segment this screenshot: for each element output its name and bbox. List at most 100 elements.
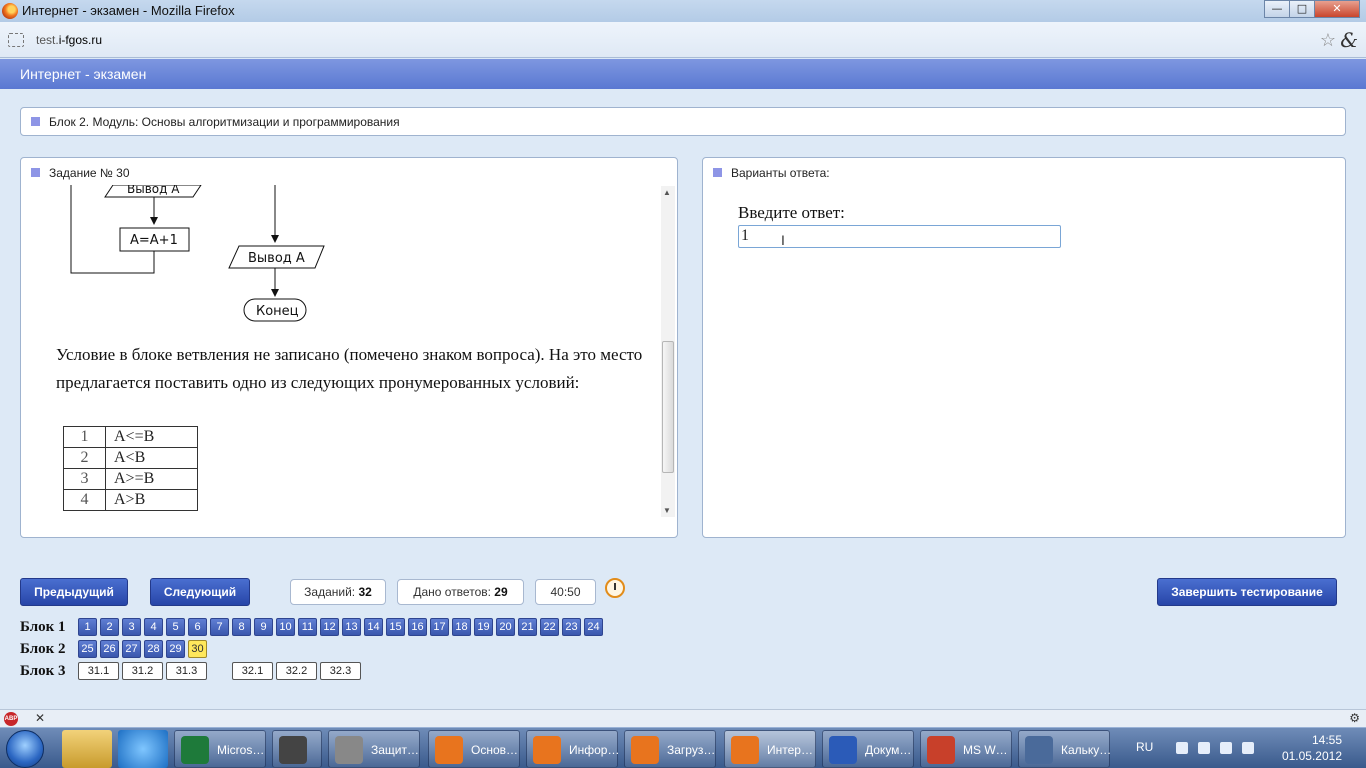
scroll-down-icon[interactable]: ▼ bbox=[663, 506, 671, 515]
question-button[interactable]: 32.1 bbox=[232, 662, 273, 680]
question-button[interactable]: 13 bbox=[342, 618, 361, 636]
addon-close-icon[interactable]: ✕ bbox=[35, 711, 45, 725]
prev-button[interactable]: Предыдущий bbox=[20, 578, 128, 606]
output-block-top-label: Вывод A bbox=[127, 185, 180, 196]
finish-test-button[interactable]: Завершить тестирование bbox=[1157, 578, 1337, 606]
question-button[interactable]: 14 bbox=[364, 618, 383, 636]
question-button[interactable]: 16 bbox=[408, 618, 427, 636]
answer-panel-title: Варианты ответа: bbox=[731, 166, 830, 180]
internet-explorer-taskbar-icon[interactable] bbox=[118, 730, 168, 768]
question-button[interactable]: 25 bbox=[78, 640, 97, 658]
tasks-label: Заданий: bbox=[304, 585, 356, 599]
adblock-icon[interactable]: ABP bbox=[4, 712, 18, 726]
taskbar-item-label: Micros… bbox=[217, 743, 265, 757]
question-button[interactable]: 4 bbox=[144, 618, 163, 636]
clock-date[interactable]: 01.05.2012 bbox=[1282, 749, 1342, 763]
taskbar-item[interactable]: Основ… bbox=[428, 730, 520, 768]
site-identity-icon[interactable] bbox=[8, 33, 24, 47]
taskbar-item[interactable]: Инфор… bbox=[526, 730, 619, 768]
question-button[interactable]: 29 bbox=[166, 640, 185, 658]
close-button[interactable]: ✕ bbox=[1314, 0, 1360, 18]
addon-amp-icon[interactable]: & bbox=[1340, 28, 1358, 52]
table-row: 1 A<=B bbox=[63, 426, 198, 448]
answer-input[interactable]: 1 bbox=[738, 225, 1061, 248]
task-scrollbar[interactable]: ▲ ▼ bbox=[661, 186, 675, 517]
tray-device-icon[interactable] bbox=[1220, 742, 1232, 754]
question-button[interactable]: 15 bbox=[386, 618, 405, 636]
question-button[interactable]: 24 bbox=[584, 618, 603, 636]
tray-flag-icon[interactable] bbox=[1176, 742, 1188, 754]
question-button[interactable]: 22 bbox=[540, 618, 559, 636]
url-field[interactable]: test.i-fgos.ru bbox=[36, 33, 102, 47]
block-2-label: Блок 2 bbox=[20, 641, 66, 657]
condition-value: A<B bbox=[105, 447, 198, 469]
taskbar-item[interactable] bbox=[272, 730, 322, 768]
question-button[interactable]: 11 bbox=[298, 618, 317, 636]
bookmark-star-icon[interactable]: ☆ bbox=[1320, 30, 1336, 51]
question-button[interactable]: 23 bbox=[562, 618, 581, 636]
taskbar-item[interactable]: Кальку… bbox=[1018, 730, 1111, 768]
taskbar-item[interactable]: Загруз… bbox=[624, 730, 716, 768]
condition-number: 4 bbox=[63, 489, 106, 511]
question-button[interactable]: 7 bbox=[210, 618, 229, 636]
question-button[interactable]: 31.2 bbox=[122, 662, 163, 680]
language-indicator[interactable]: RU bbox=[1136, 740, 1153, 754]
windows-taskbar: Micros… Защит… Основ… Инфор… Загруз… Интер… До… bbox=[0, 727, 1366, 768]
question-button[interactable]: 27 bbox=[122, 640, 141, 658]
addon-settings-icon[interactable]: ⚙ bbox=[1349, 711, 1360, 725]
taskbar-item-label: Докум… bbox=[865, 743, 912, 757]
question-button[interactable]: 6 bbox=[188, 618, 207, 636]
question-button[interactable]: 2 bbox=[100, 618, 119, 636]
scroll-thumb[interactable] bbox=[662, 341, 674, 473]
question-button[interactable]: 10 bbox=[276, 618, 295, 636]
block-3-label: Блок 3 bbox=[20, 663, 66, 679]
taskbar-item[interactable]: Micros… bbox=[174, 730, 266, 768]
tray-network-icon[interactable] bbox=[1198, 742, 1210, 754]
explorer-taskbar-icon[interactable] bbox=[62, 730, 112, 768]
taskbar-item-label: Кальку… bbox=[1061, 743, 1112, 757]
answer-panel: Варианты ответа: Введите ответ: 1 I bbox=[702, 157, 1346, 538]
condition-number: 1 bbox=[63, 426, 106, 448]
question-button[interactable]: 3 bbox=[122, 618, 141, 636]
tray-volume-icon[interactable] bbox=[1242, 742, 1254, 754]
scroll-up-icon[interactable]: ▲ bbox=[663, 188, 671, 197]
question-button[interactable]: 20 bbox=[496, 618, 515, 636]
question-button[interactable]: 32.3 bbox=[320, 662, 361, 680]
question-button[interactable]: 31.1 bbox=[78, 662, 119, 680]
question-button[interactable]: 26 bbox=[100, 640, 119, 658]
question-button[interactable]: 1 bbox=[78, 618, 97, 636]
question-button[interactable]: 5 bbox=[166, 618, 185, 636]
maximize-button[interactable]: □ bbox=[1289, 0, 1315, 18]
taskbar-item-label: MS W… bbox=[963, 743, 1008, 757]
question-button[interactable]: 30 bbox=[188, 640, 207, 658]
question-button[interactable]: 28 bbox=[144, 640, 163, 658]
window-title: Интернет - экзамен - Mozilla Firefox bbox=[22, 3, 235, 18]
conditions-table: 1 A<=B 2 A<B 3 A>=B 4 A>B bbox=[63, 426, 198, 511]
question-button[interactable]: 18 bbox=[452, 618, 471, 636]
page-content: Блок 2. Модуль: Основы алгоритмизации и … bbox=[0, 89, 1366, 709]
question-button[interactable]: 17 bbox=[430, 618, 449, 636]
minimize-button[interactable]: — bbox=[1264, 0, 1290, 18]
condition-value: A<=B bbox=[105, 426, 198, 448]
flow-arrowhead bbox=[150, 217, 158, 225]
question-button[interactable]: 31.3 bbox=[166, 662, 207, 680]
question-button[interactable]: 19 bbox=[474, 618, 493, 636]
table-row: 3 A>=B bbox=[63, 468, 198, 490]
taskbar-app-icon bbox=[631, 736, 659, 764]
block-1-label: Блок 1 bbox=[20, 619, 66, 635]
question-button[interactable]: 12 bbox=[320, 618, 339, 636]
clock-time[interactable]: 14:55 bbox=[1312, 733, 1342, 747]
question-button[interactable]: 8 bbox=[232, 618, 251, 636]
question-button[interactable]: 21 bbox=[518, 618, 537, 636]
taskbar-item-label: Защит… bbox=[371, 743, 419, 757]
alarm-clock-icon bbox=[605, 578, 625, 598]
question-button[interactable]: 32.2 bbox=[276, 662, 317, 680]
taskbar-item[interactable]: Докум… bbox=[822, 730, 914, 768]
condition-value: A>B bbox=[105, 489, 198, 511]
question-button[interactable]: 9 bbox=[254, 618, 273, 636]
taskbar-item[interactable]: Интер… bbox=[724, 730, 816, 768]
taskbar-item[interactable]: Защит… bbox=[328, 730, 420, 768]
next-button[interactable]: Следующий bbox=[150, 578, 250, 606]
taskbar-item[interactable]: MS W… bbox=[920, 730, 1012, 768]
start-button[interactable] bbox=[6, 730, 44, 768]
